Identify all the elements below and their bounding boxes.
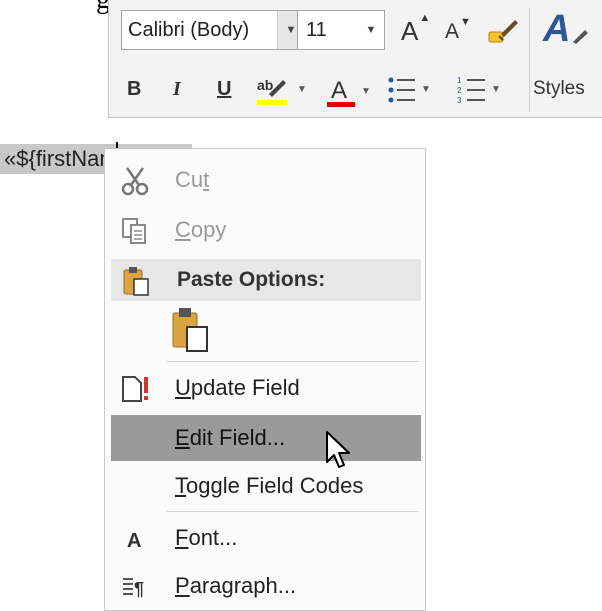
numbered-list-icon: 1 2 3 [457,76,485,105]
scissors-icon [121,167,149,196]
font-name-value: Calibri (Body) [128,19,250,41]
access-key-letter: F [175,525,189,550]
font-size-value: 11 [306,19,327,41]
italic-button[interactable]: I [173,78,181,101]
format-painter-icon [488,20,518,43]
mini-toolbar: Calibri (Body) ▼ 11 ▼ A▲ A▼ A Styles B I… [108,0,602,118]
access-key-letter: C [175,217,191,242]
menu-item-label: Paragraph... [175,573,297,598]
toolbar-divider [529,8,530,112]
mouse-pointer-icon [326,431,350,468]
numbering-dropdown-icon[interactable]: ▼ [491,84,501,95]
paste-options-label: Paste Options: [177,268,326,291]
menu-separator [167,361,419,362]
access-key-letter: t [203,167,210,192]
bullets-button[interactable]: ▼ [387,74,431,106]
font-color-dropdown-icon[interactable]: ▼ [361,86,371,97]
underline-button[interactable]: U [217,78,231,101]
svg-text:¶: ¶ [134,579,144,599]
grow-font-icon: A [401,16,419,46]
font-size-combobox[interactable]: 11 ▼ [297,10,385,50]
menu-separator [167,511,419,512]
menu-item-label: Cut [175,167,210,192]
caret-down-icon: ▼ [460,16,471,28]
format-painter-button[interactable] [485,16,521,46]
paste-options-header: Paste Options: [111,259,421,301]
styles-label[interactable]: Styles [533,78,585,100]
bullet-list-icon [388,77,415,103]
menu-item-paragraph[interactable]: ¶ Paragraph... [111,563,421,609]
shrink-font-icon: A [445,20,460,43]
styles-brush-icon [573,30,588,44]
shrink-font-button[interactable]: A▼ [445,16,471,44]
access-key-letter: E [175,425,190,450]
paragraph-icon: ¶ [123,578,144,599]
copy-icon [122,218,146,244]
svg-text:2: 2 [457,86,462,95]
bullets-dropdown-icon[interactable]: ▼ [421,84,431,95]
highlight-button[interactable]: ab ▼ [255,72,307,108]
paste-keep-source-button[interactable] [167,305,213,355]
font-color-icon: A [327,77,355,107]
svg-text:A: A [127,530,141,552]
highlight-dropdown-icon[interactable]: ▼ [297,84,307,95]
bold-button[interactable]: B [127,78,141,101]
menu-item-toggle-field-codes[interactable]: Toggle Field Codes [111,463,421,509]
menu-item-copy[interactable]: Copy [111,207,421,253]
menu-item-label: Update Field [175,375,300,400]
access-key-letter: U [175,375,191,400]
styles-icon: A [543,8,571,50]
context-menu: Cut Copy Paste Options: Update Field Edi… [104,148,426,611]
styles-button[interactable]: A [543,8,588,51]
font-color-button[interactable]: A ▼ [325,74,371,110]
svg-text:A: A [331,77,347,104]
font-size-dropdown-icon[interactable]: ▼ [358,11,384,49]
menu-item-font[interactable]: A Font... [111,515,421,561]
menu-item-edit-field[interactable]: Edit Field... [111,415,421,461]
menu-item-label: Toggle Field Codes [175,473,364,498]
access-key-letter: P [175,573,190,598]
access-key-letter: T [175,473,186,498]
menu-item-label: Edit Field... [175,425,286,450]
menu-item-label: Font... [175,525,238,550]
svg-text:ab: ab [257,77,273,93]
font-icon: A [127,530,141,552]
paste-clipboard-icon [172,308,208,352]
highlighter-icon: ab [257,77,287,105]
caret-up-icon: ▲ [419,12,431,24]
menu-item-label: Copy [175,217,227,242]
svg-text:1: 1 [457,76,462,85]
menu-item-cut[interactable]: Cut [111,157,421,203]
update-field-icon [122,376,148,402]
svg-text:3: 3 [457,96,462,105]
font-name-combobox[interactable]: Calibri (Body) ▼ [121,10,305,50]
numbering-button[interactable]: 1 2 3 ▼ [457,74,501,106]
menu-item-update-field[interactable]: Update Field [111,365,421,411]
clipboard-icon [123,267,149,296]
grow-font-button[interactable]: A▲ [401,12,430,47]
